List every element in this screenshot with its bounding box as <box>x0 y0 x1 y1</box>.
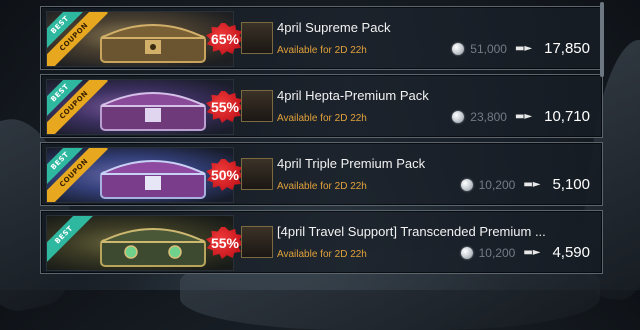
pack-title: 4pril Supreme Pack <box>277 20 391 35</box>
original-price: 10,200 <box>478 245 516 260</box>
price-area: 10,200 ▬► 4,590 <box>460 244 590 261</box>
pack-icon <box>241 226 273 258</box>
sale-price: 10,710 <box>544 108 590 125</box>
pack-title: 4pril Triple Premium Pack <box>277 156 426 171</box>
sale-price: 17,850 <box>544 40 590 57</box>
price-area: 23,800 ▬► 10,710 <box>452 108 590 125</box>
silver-coin-icon <box>460 246 473 259</box>
pack-list: BEST COUPON 65% 4pril Supreme Pack Avail… <box>40 6 603 278</box>
price-area: 51,000 ▬► 17,850 <box>452 40 590 57</box>
silver-coin-icon <box>452 110 465 123</box>
original-price: 51,000 <box>470 41 507 56</box>
original-price: 10,200 <box>478 177 516 192</box>
right-arrow-icon: ▬► <box>514 43 533 54</box>
pack-icon <box>241 90 273 122</box>
treasure-chest-icon <box>100 24 206 63</box>
best-ribbon: BEST <box>47 216 94 265</box>
availability-text: Available for 2D 22h <box>277 45 367 56</box>
right-arrow-icon: ▬► <box>514 111 533 122</box>
pack-title: [4pril Travel Support] Transcended Premi… <box>277 224 546 239</box>
silver-coin-icon <box>460 178 473 191</box>
pack-image: BEST COUPON <box>46 79 234 135</box>
sale-price: 5,100 <box>552 176 590 193</box>
right-arrow-icon: ▬► <box>523 247 541 258</box>
pack-image: BEST COUPON <box>46 11 234 67</box>
pack-icon <box>241 158 273 190</box>
price-area: 10,200 ▬► 5,100 <box>460 176 590 193</box>
sale-price: 4,590 <box>552 244 590 261</box>
right-arrow-icon: ▬► <box>523 179 541 190</box>
availability-text: Available for 2D 22h <box>277 113 367 124</box>
pack-row[interactable]: BEST 55% [4pril Travel Support] Transcen… <box>40 210 603 274</box>
treasure-chest-icon <box>100 160 206 199</box>
availability-text: Available for 2D 22h <box>277 181 367 192</box>
scrollbar[interactable] <box>600 2 604 77</box>
pack-row[interactable]: BEST COUPON 65% 4pril Supreme Pack Avail… <box>40 6 603 70</box>
pack-title: 4pril Hepta-Premium Pack <box>277 88 429 103</box>
pack-image: BEST COUPON <box>46 147 234 203</box>
treasure-chest-icon <box>100 228 206 267</box>
pack-row[interactable]: BEST COUPON 50% 4pril Triple Premium Pac… <box>40 142 603 206</box>
availability-text: Available for 2D 22h <box>277 249 367 260</box>
original-price: 23,800 <box>470 109 507 124</box>
pack-image: BEST <box>46 215 234 271</box>
pack-row[interactable]: BEST COUPON 55% 4pril Hepta-Premium Pack… <box>40 74 603 138</box>
silver-coin-icon <box>452 42 465 55</box>
treasure-chest-icon <box>100 92 206 131</box>
pack-icon <box>241 22 273 54</box>
